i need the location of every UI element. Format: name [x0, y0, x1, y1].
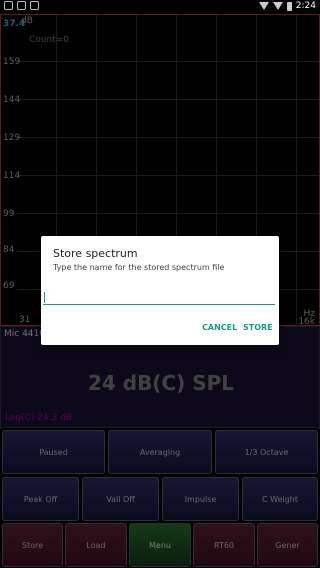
filename-input[interactable]: [43, 290, 275, 305]
wifi-icon: [258, 2, 269, 10]
cancel-button[interactable]: CANCEL: [202, 323, 237, 332]
notification-icon: [4, 1, 13, 10]
battery-icon: [286, 1, 292, 11]
status-bar: 2:24: [0, 0, 320, 14]
text-cursor: [44, 292, 45, 303]
dialog-title: Store spectrum: [53, 247, 138, 260]
store-spectrum-dialog: Store spectrum Type the name for the sto…: [41, 236, 279, 345]
store-confirm-button[interactable]: STORE: [243, 323, 273, 332]
notification-icon: [17, 1, 26, 10]
status-time: 2:24: [295, 1, 316, 11]
dialog-message: Type the name for the stored spectrum fi…: [53, 263, 225, 272]
signal-icon: [272, 2, 283, 10]
notification-icon: [30, 1, 39, 10]
